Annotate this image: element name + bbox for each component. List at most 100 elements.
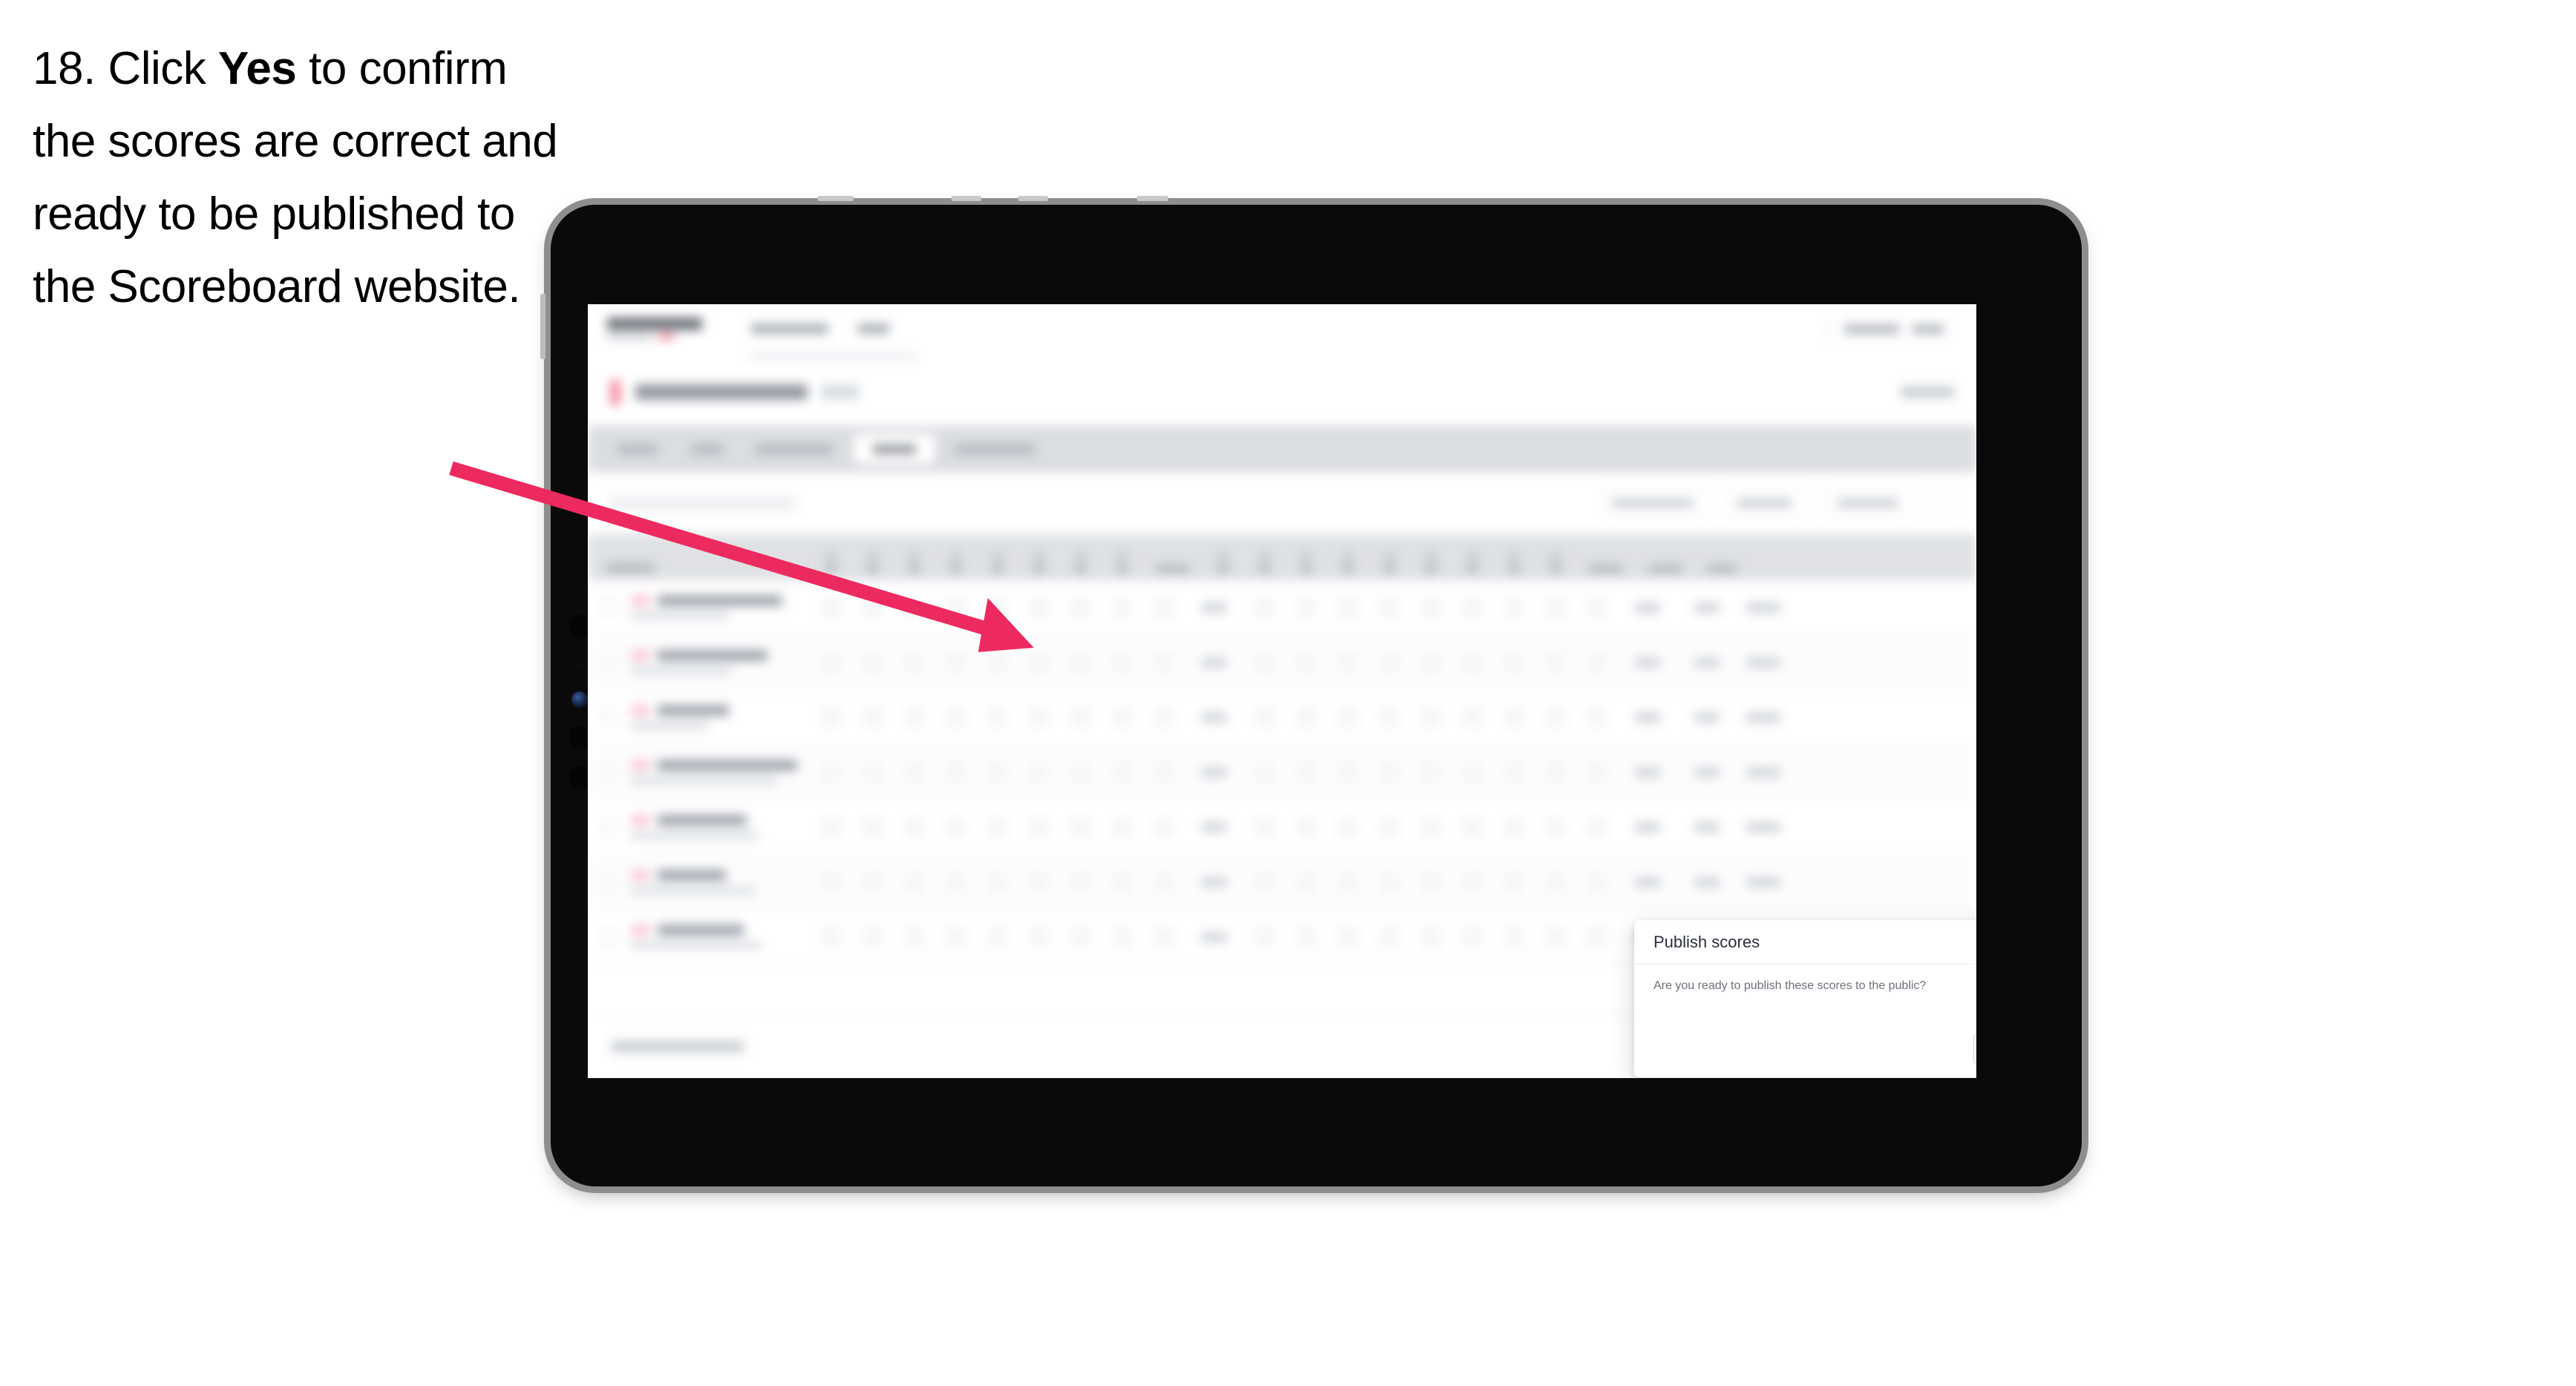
hole-score-cell[interactable] (935, 926, 977, 947)
tab-1[interactable] (606, 434, 669, 464)
row-checkbox[interactable] (588, 818, 628, 835)
hole-score-cell[interactable] (1101, 926, 1143, 947)
hole-score-cell[interactable] (1576, 706, 1618, 728)
hole-score-cell[interactable] (1143, 651, 1184, 673)
hole-score-cell[interactable] (1410, 871, 1452, 893)
hole-score-cell[interactable] (1535, 597, 1576, 618)
hole-score-cell[interactable] (1493, 926, 1535, 947)
hole-score-cell[interactable] (977, 706, 1018, 728)
hole-score-cell[interactable] (1452, 816, 1493, 838)
hole-score-cell[interactable] (1576, 816, 1618, 838)
hole-score-cell[interactable] (1452, 597, 1493, 618)
hole-score-cell[interactable] (1493, 597, 1535, 618)
hole-score-cell[interactable] (852, 597, 894, 618)
hole-score-cell[interactable] (1018, 761, 1060, 783)
hole-score-cell[interactable] (1369, 871, 1410, 893)
hole-score-cell[interactable] (1410, 706, 1452, 728)
filter-select-2[interactable] (1725, 487, 1813, 519)
hole-score-cell[interactable] (1410, 597, 1452, 618)
hole-score-cell[interactable] (1018, 651, 1060, 673)
hole-score-cell[interactable] (1285, 761, 1327, 783)
hole-score-cell[interactable] (1327, 597, 1369, 618)
hole-score-cell[interactable] (977, 651, 1018, 673)
hole-score-cell[interactable] (977, 597, 1018, 618)
hole-score-cell[interactable] (1410, 761, 1452, 783)
hole-score-cell[interactable] (1369, 926, 1410, 947)
tab-2[interactable] (680, 434, 735, 464)
row-checkbox[interactable] (588, 928, 628, 945)
hole-score-cell[interactable] (1285, 706, 1327, 728)
hole-score-cell[interactable] (1060, 651, 1101, 673)
hole-score-cell[interactable] (852, 706, 894, 728)
hole-score-cell[interactable] (1493, 761, 1535, 783)
hole-score-cell[interactable] (935, 871, 977, 893)
row-checkbox[interactable] (588, 654, 628, 671)
table-row[interactable] (588, 635, 1976, 690)
hole-score-cell[interactable] (1410, 816, 1452, 838)
hole-score-cell[interactable] (1244, 706, 1285, 728)
hole-score-cell[interactable] (935, 651, 977, 673)
settings-icon[interactable] (1929, 490, 1954, 516)
hole-score-cell[interactable] (1060, 761, 1101, 783)
hole-score-cell[interactable] (1101, 761, 1143, 783)
hole-score-cell[interactable] (1369, 761, 1410, 783)
hole-score-cell[interactable] (1244, 871, 1285, 893)
row-checkbox[interactable] (588, 709, 628, 726)
hole-score-cell[interactable] (935, 706, 977, 728)
hole-score-cell[interactable] (1576, 926, 1618, 947)
hole-score-cell[interactable] (1018, 871, 1060, 893)
table-row[interactable] (588, 800, 1976, 855)
hole-score-cell[interactable] (1143, 926, 1184, 947)
hole-score-cell[interactable] (1143, 816, 1184, 838)
hole-score-cell[interactable] (935, 597, 977, 618)
hole-score-cell[interactable] (810, 871, 852, 893)
table-row[interactable] (588, 580, 1976, 635)
nav-item-1[interactable] (751, 323, 828, 334)
row-checkbox[interactable] (588, 763, 628, 781)
hole-score-cell[interactable] (1535, 706, 1576, 728)
hole-score-cell[interactable] (1493, 816, 1535, 838)
hole-score-cell[interactable] (1143, 761, 1184, 783)
hole-score-cell[interactable] (810, 926, 852, 947)
table-row[interactable] (588, 745, 1976, 800)
hole-score-cell[interactable] (894, 871, 935, 893)
tab-5[interactable] (945, 434, 1043, 464)
hole-score-cell[interactable] (1101, 706, 1143, 728)
filter-select-3[interactable] (1826, 487, 1920, 519)
hole-score-cell[interactable] (1327, 651, 1369, 673)
hole-score-cell[interactable] (852, 816, 894, 838)
hole-score-cell[interactable] (1101, 597, 1143, 618)
hole-score-cell[interactable] (1410, 651, 1452, 673)
cancel-button[interactable]: Cancel (1973, 1034, 1976, 1064)
search-input[interactable] (610, 496, 796, 510)
hole-score-cell[interactable] (852, 926, 894, 947)
hole-score-cell[interactable] (810, 761, 852, 783)
tab-3[interactable] (745, 434, 843, 464)
hole-score-cell[interactable] (1576, 597, 1618, 618)
hole-score-cell[interactable] (1060, 926, 1101, 947)
tab-4-active[interactable] (853, 434, 935, 464)
hole-score-cell[interactable] (1327, 706, 1369, 728)
hole-score-cell[interactable] (1369, 651, 1410, 673)
hole-score-cell[interactable] (1535, 926, 1576, 947)
hole-score-cell[interactable] (1244, 651, 1285, 673)
hole-score-cell[interactable] (1101, 871, 1143, 893)
hole-score-cell[interactable] (1143, 871, 1184, 893)
hole-score-cell[interactable] (1285, 597, 1327, 618)
hole-score-cell[interactable] (1018, 706, 1060, 728)
hole-score-cell[interactable] (1493, 651, 1535, 673)
hole-score-cell[interactable] (1452, 651, 1493, 673)
hole-score-cell[interactable] (1369, 597, 1410, 618)
hole-score-cell[interactable] (977, 761, 1018, 783)
filter-select-1[interactable] (1601, 487, 1712, 519)
hole-score-cell[interactable] (810, 816, 852, 838)
hole-score-cell[interactable] (1576, 761, 1618, 783)
app-logo[interactable] (607, 318, 702, 340)
hole-score-cell[interactable] (977, 926, 1018, 947)
hole-score-cell[interactable] (1576, 651, 1618, 673)
power-button[interactable] (540, 294, 545, 359)
hole-score-cell[interactable] (894, 816, 935, 838)
hole-score-cell[interactable] (894, 926, 935, 947)
hole-score-cell[interactable] (1369, 816, 1410, 838)
hole-score-cell[interactable] (1060, 816, 1101, 838)
